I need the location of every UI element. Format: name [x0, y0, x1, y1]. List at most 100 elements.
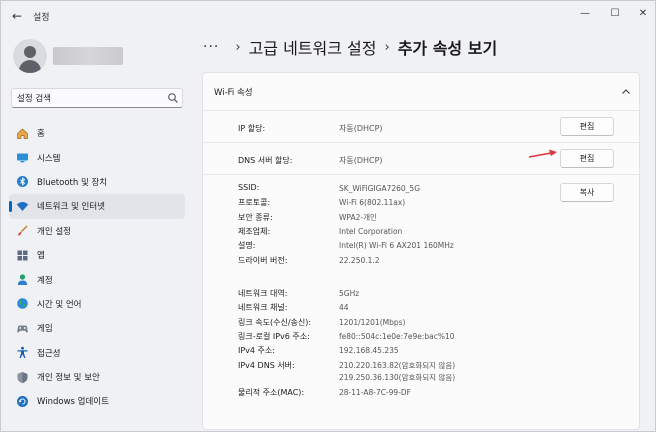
- sidebar-item-label: Windows 업데이트: [37, 397, 109, 408]
- property-row: 링크-로컬 IPv6 주소: fe80::504c:1e0e:7e9e:bac%…: [238, 331, 538, 345]
- sidebar-item-label: 접근성: [37, 348, 61, 359]
- sidebar-item-label: 계정: [37, 275, 53, 286]
- sidebar-item-label: 개인 정보 및 보안: [37, 373, 100, 384]
- property-label: 링크-로컬 IPv6 주소:: [238, 331, 310, 341]
- shield-icon: [16, 371, 29, 384]
- ip-edit-button[interactable]: 편집: [560, 117, 614, 136]
- property-value-secondary: 219.250.36.130(암호화되지 않음): [339, 372, 456, 382]
- bluetooth-icon: [16, 175, 29, 188]
- sidebar-item-personalization[interactable]: 개인 설정: [9, 219, 185, 243]
- title-bar: ← 설정 — ☐ ✕: [1, 1, 656, 31]
- breadcrumb-parent-link[interactable]: 고급 네트워크 설정: [249, 35, 377, 59]
- property-row: 링크 속도(수신/송신): 1201/1201(Mbps): [238, 317, 538, 331]
- avatar-body: [19, 60, 41, 73]
- page-title: 추가 속성 보기: [397, 39, 498, 58]
- gamepad-icon: [16, 322, 29, 335]
- close-icon[interactable]: ✕: [629, 5, 656, 23]
- property-row: 드라이버 버전: 22.250.1.2: [238, 255, 538, 269]
- property-row: SSID: SK_WiFiGIGA7260_5G: [238, 183, 538, 197]
- system-icon: [16, 151, 29, 164]
- property-value: 210.220.163.82(암호화되지 않음): [339, 360, 456, 370]
- breadcrumb-more-button[interactable]: ···: [203, 39, 219, 55]
- dns-assignment-label: DNS 서버 할당:: [238, 156, 293, 165]
- sidebar-item-home[interactable]: 홈: [9, 121, 185, 145]
- property-label: 네트워크 대역:: [238, 289, 288, 298]
- sidebar-item-privacy[interactable]: 개인 정보 및 보안: [9, 365, 185, 389]
- avatar-head: [24, 46, 36, 58]
- property-row: IPv4 DNS 서버: 210.220.163.82(암호화되지 않음) 21…: [238, 360, 538, 386]
- wifi-icon: [16, 200, 29, 213]
- property-label: 설명:: [238, 241, 256, 251]
- wifi-properties-card: Wi-Fi 속성 IP 할당: 자동(DHCP) 편집 DNS 서버 할당: 자…: [202, 72, 640, 430]
- property-row: 프로토콜: Wi-Fi 6(802.11ax): [238, 197, 538, 211]
- sidebar-item-label: 앱: [37, 251, 45, 262]
- card-title: Wi-Fi 속성: [214, 88, 253, 98]
- property-value: fe80::504c:1e0e:7e9e:bac%10: [339, 331, 455, 341]
- update-icon: [16, 395, 29, 408]
- property-value: WPA2-개인: [339, 212, 377, 222]
- sidebar-item-gaming[interactable]: 게임: [9, 316, 185, 340]
- globe-icon: [16, 297, 29, 310]
- back-arrow-icon[interactable]: ←: [9, 8, 25, 24]
- minimize-icon[interactable]: —: [571, 5, 599, 23]
- sidebar-item-windows-update[interactable]: Windows 업데이트: [9, 389, 185, 413]
- property-value: Wi-Fi 6(802.11ax): [339, 198, 406, 208]
- sidebar-item-bluetooth[interactable]: Bluetooth 및 장치: [9, 170, 185, 194]
- search-input[interactable]: [17, 91, 162, 105]
- property-row: IPv4 주소: 192.168.45.235: [238, 345, 538, 359]
- blurred-username: [53, 47, 123, 65]
- dns-edit-button[interactable]: 편집: [560, 149, 614, 168]
- property-value: 44: [339, 303, 349, 313]
- property-row: 네트워크 채널: 44: [238, 302, 538, 316]
- sidebar-item-label: 시스템: [37, 153, 61, 164]
- maximize-icon[interactable]: ☐: [601, 5, 629, 23]
- account-icon: [16, 273, 29, 286]
- sidebar-item-time-language[interactable]: 시간 및 언어: [9, 292, 185, 316]
- property-label: 드라이버 버전:: [238, 255, 288, 265]
- property-label: SSID:: [238, 183, 260, 192]
- property-row: 보안 종류: WPA2-개인: [238, 212, 538, 226]
- app-title: 설정: [33, 13, 50, 23]
- property-row: 물리적 주소(MAC): 28-11-A8-7C-99-DF: [238, 387, 538, 401]
- sidebar-item-label: Bluetooth 및 장치: [37, 177, 108, 188]
- search-box[interactable]: [11, 88, 183, 108]
- search-icon[interactable]: [167, 92, 179, 104]
- property-label: 링크 속도(수신/송신):: [238, 317, 312, 327]
- breadcrumb: ··· › 고급 네트워크 설정 › 추가 속성 보기: [203, 34, 497, 60]
- property-value: SK_WiFiGIGA7260_5G: [339, 184, 421, 193]
- copy-button[interactable]: 복사: [560, 183, 614, 202]
- property-label: 물리적 주소(MAC):: [238, 387, 305, 397]
- chevron-up-icon[interactable]: [621, 87, 631, 97]
- sidebar-item-apps[interactable]: 앱: [9, 243, 185, 267]
- accessibility-icon: [16, 346, 29, 359]
- property-value: 1201/1201(Mbps): [339, 317, 406, 327]
- avatar[interactable]: [13, 39, 47, 73]
- ip-assignment-label: IP 할당:: [238, 124, 266, 133]
- ip-assignment-row: IP 할당: 자동(DHCP) 편집: [203, 111, 639, 143]
- chevron-right-icon: ›: [384, 39, 390, 55]
- sidebar-item-label: 개인 설정: [37, 226, 71, 237]
- apps-icon: [16, 249, 29, 262]
- sidebar-item-accounts[interactable]: 계정: [9, 267, 185, 291]
- property-label: 프로토콜:: [238, 198, 271, 208]
- property-value: Intel Corporation: [339, 226, 403, 236]
- property-value: 5GHz: [339, 289, 360, 298]
- red-arrow-annotation: [528, 149, 557, 158]
- property-label: 보안 종류:: [238, 212, 273, 222]
- sidebar-item-label: 네트워크 및 인터넷: [37, 202, 105, 213]
- dns-assignment-value: 자동(DHCP): [339, 156, 383, 165]
- property-row: 설명: Intel(R) Wi-Fi 6 AX201 160MHz: [238, 240, 538, 254]
- sidebar-item-accessibility[interactable]: 접근성: [9, 341, 185, 365]
- property-value: 28-11-A8-7C-99-DF: [339, 387, 411, 397]
- dns-assignment-row: DNS 서버 할당: 자동(DHCP) 편집: [203, 143, 639, 175]
- property-value: 192.168.45.235: [339, 346, 399, 356]
- ip-assignment-value: 자동(DHCP): [339, 124, 383, 133]
- property-label: 네트워크 채널:: [238, 303, 288, 313]
- home-icon: [16, 127, 29, 140]
- sidebar-item-network[interactable]: 네트워크 및 인터넷: [9, 194, 185, 219]
- card-header[interactable]: Wi-Fi 속성: [203, 73, 639, 111]
- sidebar-item-system[interactable]: 시스템: [9, 145, 185, 169]
- property-row: 네트워크 대역: 5GHz: [238, 288, 538, 302]
- property-label: IPv4 주소:: [238, 346, 275, 356]
- property-label: 제조업체:: [238, 226, 271, 236]
